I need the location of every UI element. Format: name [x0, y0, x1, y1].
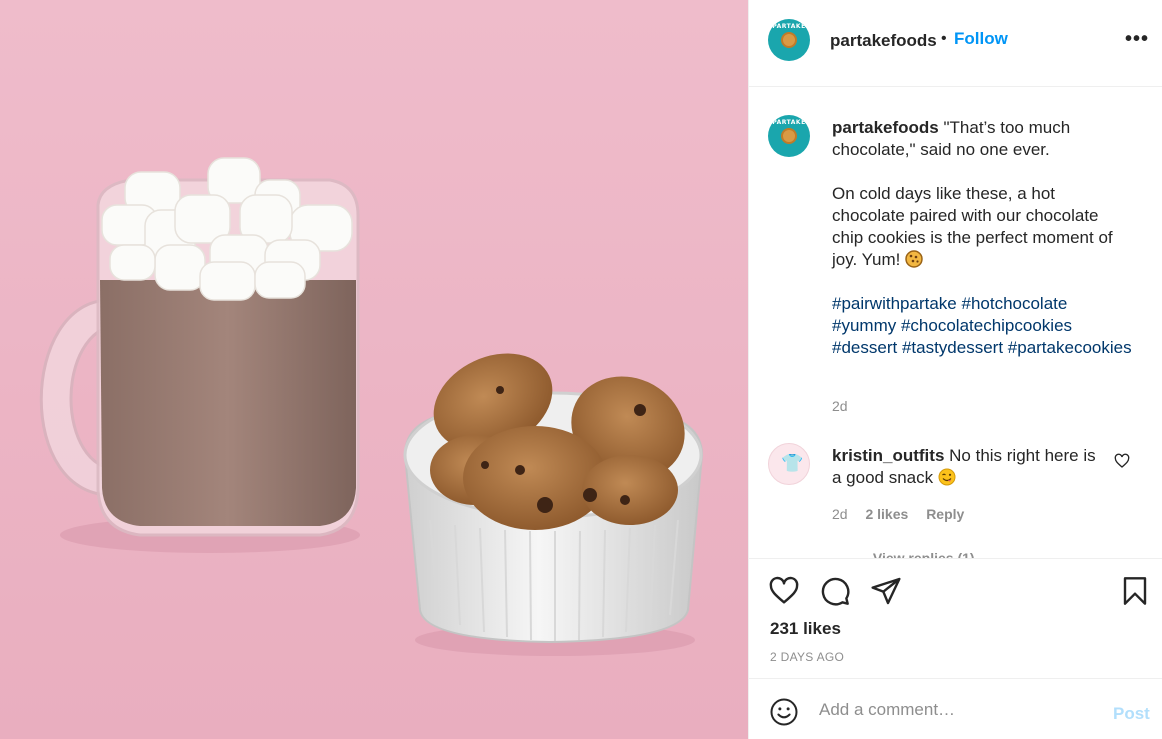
- post-header: PARTAKE partakefoods • Follow •••: [749, 0, 1162, 87]
- bookmark-icon[interactable]: [1119, 575, 1151, 607]
- emoji-icon[interactable]: [769, 697, 799, 727]
- post-comment-button[interactable]: Post: [1113, 704, 1150, 724]
- commenter-avatar[interactable]: 👕: [768, 443, 810, 485]
- caption-avatar[interactable]: PARTAKE: [768, 115, 810, 157]
- share-icon[interactable]: [870, 575, 902, 607]
- comment-likes[interactable]: 2 likes: [865, 506, 908, 522]
- hashtag-link[interactable]: #tastydessert: [902, 338, 1003, 357]
- post-caption: partakefoods "That’s too much chocolate,…: [832, 117, 1132, 359]
- hashtag-link[interactable]: #dessert: [832, 338, 897, 357]
- profile-avatar[interactable]: PARTAKE: [768, 19, 810, 61]
- post-username[interactable]: partakefoods: [830, 31, 937, 51]
- post-photo[interactable]: [0, 0, 748, 739]
- avatar-logo-text: PARTAKE: [772, 23, 806, 30]
- comment: kristin_outfits No this right here is a …: [832, 445, 1097, 489]
- caption-line-2: On cold days like these, a hot chocolate…: [832, 184, 1113, 269]
- comment-timestamp[interactable]: 2d: [832, 506, 848, 522]
- cookie-logo-icon: [781, 32, 797, 48]
- hashtag-link[interactable]: #chocolatechipcookies: [901, 316, 1072, 335]
- more-options-icon[interactable]: •••: [1125, 28, 1149, 51]
- cookie-logo-icon: [781, 128, 797, 144]
- post-timestamp[interactable]: 2 DAYS AGO: [770, 650, 844, 664]
- caption-timestamp[interactable]: 2d: [832, 398, 848, 414]
- comment-username[interactable]: kristin_outfits: [832, 446, 944, 465]
- shirt-icon: 👕: [781, 453, 804, 473]
- comments-section[interactable]: PARTAKE partakefoods "That’s too much ch…: [749, 88, 1162, 558]
- like-count[interactable]: 231 likes: [770, 619, 841, 639]
- hashtag-link[interactable]: #partakecookies: [1008, 338, 1132, 357]
- follow-button[interactable]: Follow: [954, 29, 1008, 49]
- heart-icon[interactable]: [768, 575, 800, 607]
- reply-button[interactable]: Reply: [926, 506, 964, 522]
- comment-input[interactable]: [819, 699, 1099, 721]
- hashtag-link[interactable]: #hotchocolate: [961, 294, 1067, 313]
- separator-dot: •: [941, 30, 947, 47]
- comment-meta: 2d 2 likes Reply: [832, 506, 978, 522]
- action-bar: 231 likes 2 DAYS AGO: [749, 558, 1162, 678]
- cookie-emoji-icon: [905, 250, 923, 268]
- post-image: [0, 0, 748, 739]
- caption-username[interactable]: partakefoods: [832, 118, 939, 137]
- hashtag-list: #pairwithpartake #hotchocolate #yummy #c…: [832, 293, 1132, 359]
- hashtag-link[interactable]: #yummy: [832, 316, 896, 335]
- post-sidebar: PARTAKE partakefoods • Follow ••• PARTAK…: [748, 0, 1162, 739]
- small-heart-icon[interactable]: [1114, 453, 1130, 469]
- hashtag-link[interactable]: #pairwithpartake: [832, 294, 957, 313]
- avatar-logo-text: PARTAKE: [772, 119, 806, 126]
- comment-icon[interactable]: [819, 575, 851, 607]
- yum-emoji-icon: [938, 468, 956, 486]
- view-replies-button[interactable]: —— View replies (1): [841, 550, 975, 558]
- add-comment-bar: Post: [749, 678, 1162, 739]
